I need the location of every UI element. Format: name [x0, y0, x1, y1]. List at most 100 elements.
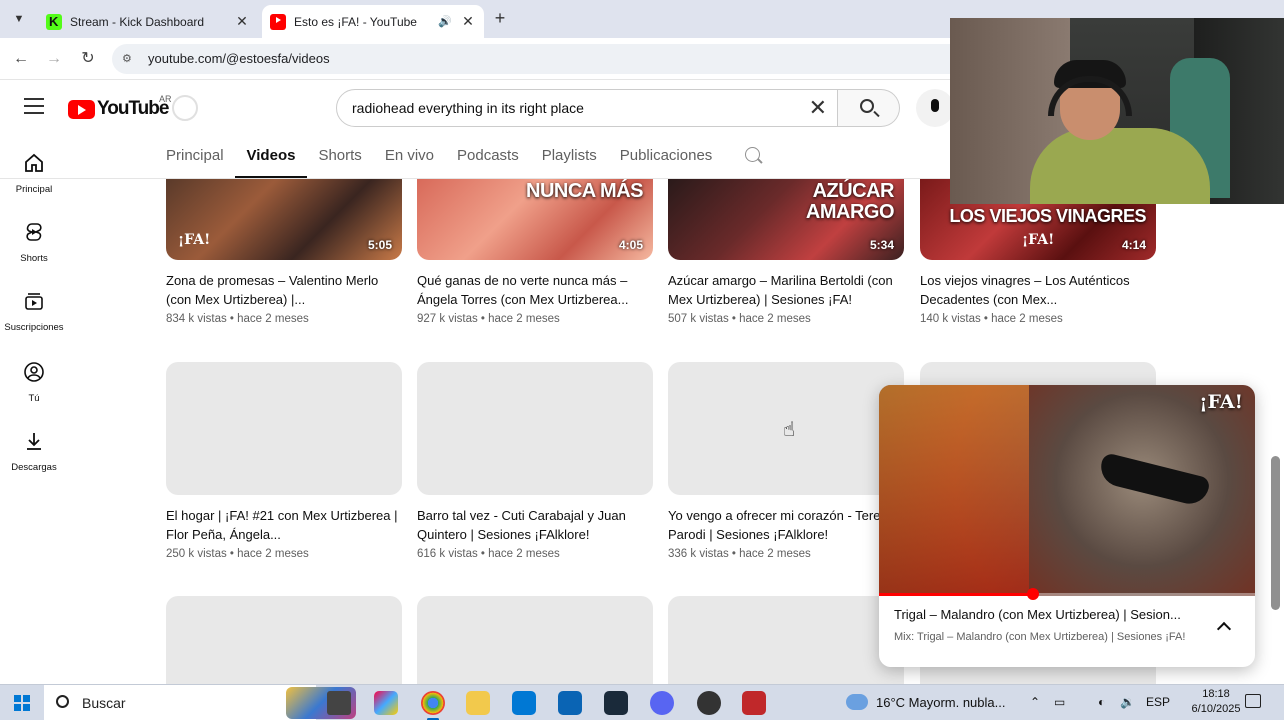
- address-url[interactable]: youtube.com/@estoesfa/videos: [148, 51, 330, 66]
- tab-title: Esto es ¡FA! - YouTube: [294, 14, 417, 29]
- language-indicator[interactable]: ESP: [1146, 695, 1170, 709]
- tab-publicaciones[interactable]: Publicaciones: [608, 136, 724, 178]
- menu-icon[interactable]: [24, 98, 44, 114]
- chevron-up-icon[interactable]: [1216, 621, 1232, 637]
- video-card[interactable]: El hogar | ¡FA! #21 con Mex Urtizberea |…: [166, 362, 402, 560]
- video-meta: 834 k vistas • hace 2 meses: [166, 313, 309, 325]
- weather-text: 16°C Mayorm. nubla...: [876, 694, 1006, 710]
- search-input[interactable]: radiohead everything in its right place …: [336, 89, 838, 127]
- address-bar[interactable]: ⚙ youtube.com/@estoesfa/videos: [112, 44, 1012, 74]
- site-info-icon[interactable]: ⚙: [122, 52, 136, 66]
- video-title[interactable]: Zona de promesas – Valentino Merlo (con …: [166, 271, 402, 309]
- youtube-logo[interactable]: YouTube: [68, 98, 169, 120]
- video-thumbnail[interactable]: NUNCA MÁS 4:05: [417, 179, 653, 260]
- tab-podcasts[interactable]: Podcasts: [446, 136, 531, 178]
- outlook-icon[interactable]: [558, 691, 582, 715]
- tab-shorts[interactable]: Shorts: [307, 136, 373, 178]
- video-card[interactable]: [668, 596, 904, 684]
- file-explorer-icon[interactable]: [466, 691, 490, 715]
- search-button[interactable]: [838, 89, 900, 127]
- chevron-up-icon[interactable]: ⌃: [1030, 695, 1040, 709]
- wifi-icon[interactable]: ◐: [1098, 695, 1105, 709]
- close-tab-icon[interactable]: ✕: [234, 13, 250, 30]
- video-meta: 250 k vistas • hace 2 meses: [166, 548, 309, 560]
- tab-principal[interactable]: Principal: [166, 136, 235, 178]
- obs-icon[interactable]: [697, 691, 721, 715]
- tab-title: Stream - Kick Dashboard: [70, 14, 205, 29]
- video-card[interactable]: Yo vengo a ofrecer mi corazón - Teresa P…: [668, 362, 904, 560]
- voice-search-icon[interactable]: [916, 89, 954, 127]
- game-launcher-icon[interactable]: [604, 691, 628, 715]
- tab-kick-dashboard[interactable]: Stream - Kick Dashboard ✕: [38, 5, 258, 38]
- video-meta: 507 k vistas • hace 2 meses: [668, 313, 811, 325]
- tab-en-vivo[interactable]: En vivo: [373, 136, 445, 178]
- tab-youtube[interactable]: Esto es ¡FA! - YouTube 🔊 ✕: [262, 5, 484, 38]
- video-meta: 336 k vistas • hace 2 meses: [668, 548, 811, 560]
- new-tab-button[interactable]: +: [490, 8, 510, 28]
- video-thumbnail-placeholder[interactable]: [417, 362, 653, 495]
- weather-widget[interactable]: 16°C Mayorm. nubla...: [846, 694, 1005, 710]
- miniplayer[interactable]: ¡FA! Trigal – Malandro (con Mex Urtizber…: [879, 385, 1255, 667]
- windows-start-icon[interactable]: [14, 695, 30, 711]
- channel-search-icon[interactable]: [745, 147, 760, 162]
- video-card[interactable]: Barro tal vez - Cuti Carabajal y Juan Qu…: [417, 362, 653, 560]
- video-title[interactable]: Barro tal vez - Cuti Carabajal y Juan Qu…: [417, 506, 653, 544]
- discord-icon[interactable]: [650, 691, 674, 715]
- tab-search-chevron-icon[interactable]: ▼: [10, 10, 28, 28]
- tab-videos[interactable]: Videos: [235, 136, 307, 178]
- video-title[interactable]: El hogar | ¡FA! #21 con Mex Urtizberea |…: [166, 506, 402, 544]
- thumbnail-overlay-text: AZÚCAR AMARGO: [805, 180, 895, 223]
- video-meta: 140 k vistas • hace 2 meses: [920, 313, 1063, 325]
- video-title[interactable]: Azúcar amargo – Marilina Bertoldi (con M…: [668, 271, 904, 309]
- video-card[interactable]: NUNCA MÁS 4:05 Qué ganas de no verte nun…: [417, 179, 653, 325]
- clock-time: 18:18: [1202, 688, 1230, 700]
- miniplayer-title[interactable]: Trigal – Malandro (con Mex Urtizberea) |…: [894, 607, 1204, 622]
- notification-icon[interactable]: [1245, 694, 1261, 708]
- miniplayer-progress-bar[interactable]: [879, 593, 1255, 596]
- video-thumbnail-placeholder[interactable]: [166, 362, 402, 495]
- video-thumbnail-placeholder[interactable]: [417, 596, 653, 684]
- fa-logo: ¡FA!: [178, 232, 211, 248]
- video-title[interactable]: Los viejos vinagres – Los Auténticos Dec…: [920, 271, 1156, 309]
- youtube-favicon-icon: [270, 13, 286, 30]
- webcam-person-body: [1030, 128, 1210, 204]
- fa-logo: ¡FA!: [1199, 391, 1243, 413]
- miniplayer-subtitle: Mix: Trigal – Malandro (con Mex Urtizber…: [894, 631, 1186, 643]
- video-thumbnail[interactable]: AZÚCAR AMARGO 5:34: [668, 179, 904, 260]
- video-card[interactable]: [166, 596, 402, 684]
- close-tab-icon[interactable]: ✕: [460, 13, 476, 30]
- home-icon: [25, 153, 43, 172]
- video-title[interactable]: Qué ganas de no verte nunca más – Ángela…: [417, 271, 653, 309]
- video-card[interactable]: ¡FA! 5:05 Zona de promesas – Valentino M…: [166, 179, 402, 325]
- search-query[interactable]: radiohead everything in its right place: [352, 100, 584, 116]
- copilot-icon[interactable]: [374, 691, 398, 715]
- reload-icon[interactable]: ↻: [77, 48, 99, 70]
- clock[interactable]: 18:18 6/10/2025: [1184, 687, 1248, 717]
- network-icon[interactable]: ▭: [1054, 695, 1065, 709]
- miniplayer-video[interactable]: ¡FA!: [879, 385, 1255, 596]
- taskbar-search-text[interactable]: Buscar: [82, 695, 126, 711]
- taskbar-search[interactable]: Buscar: [44, 685, 356, 720]
- page-scrollbar[interactable]: [1271, 456, 1280, 610]
- store-icon[interactable]: [512, 691, 536, 715]
- logo-text: YouTube: [97, 98, 169, 119]
- taskbar: Buscar 16°C Mayorm. nubla... ⌃ ▭ ◐ 🔉 ESP…: [0, 684, 1284, 720]
- speaker-icon[interactable]: 🔊: [438, 15, 454, 28]
- back-arrow-icon[interactable]: ←: [10, 48, 32, 70]
- forward-arrow-icon[interactable]: →: [43, 48, 65, 70]
- miniplayer-progress-fill: [879, 593, 1034, 596]
- chrome-icon[interactable]: [421, 691, 445, 720]
- video-card[interactable]: AZÚCAR AMARGO 5:34 Azúcar amargo – Maril…: [668, 179, 904, 325]
- kick-favicon-icon: [46, 13, 62, 30]
- miniplayer-scrubber[interactable]: [1027, 588, 1040, 600]
- video-thumbnail-placeholder[interactable]: [668, 596, 904, 684]
- voicemeeter-icon[interactable]: [742, 691, 766, 715]
- clear-search-icon[interactable]: ✕: [809, 96, 827, 120]
- video-thumbnail-placeholder[interactable]: [166, 596, 402, 684]
- volume-icon[interactable]: 🔉: [1120, 695, 1135, 709]
- task-view-icon[interactable]: [327, 691, 351, 715]
- video-card[interactable]: [417, 596, 653, 684]
- video-thumbnail[interactable]: ¡FA! 5:05: [166, 179, 402, 260]
- tab-playlists[interactable]: Playlists: [530, 136, 608, 178]
- video-title[interactable]: Yo vengo a ofrecer mi corazón - Teresa P…: [668, 506, 904, 544]
